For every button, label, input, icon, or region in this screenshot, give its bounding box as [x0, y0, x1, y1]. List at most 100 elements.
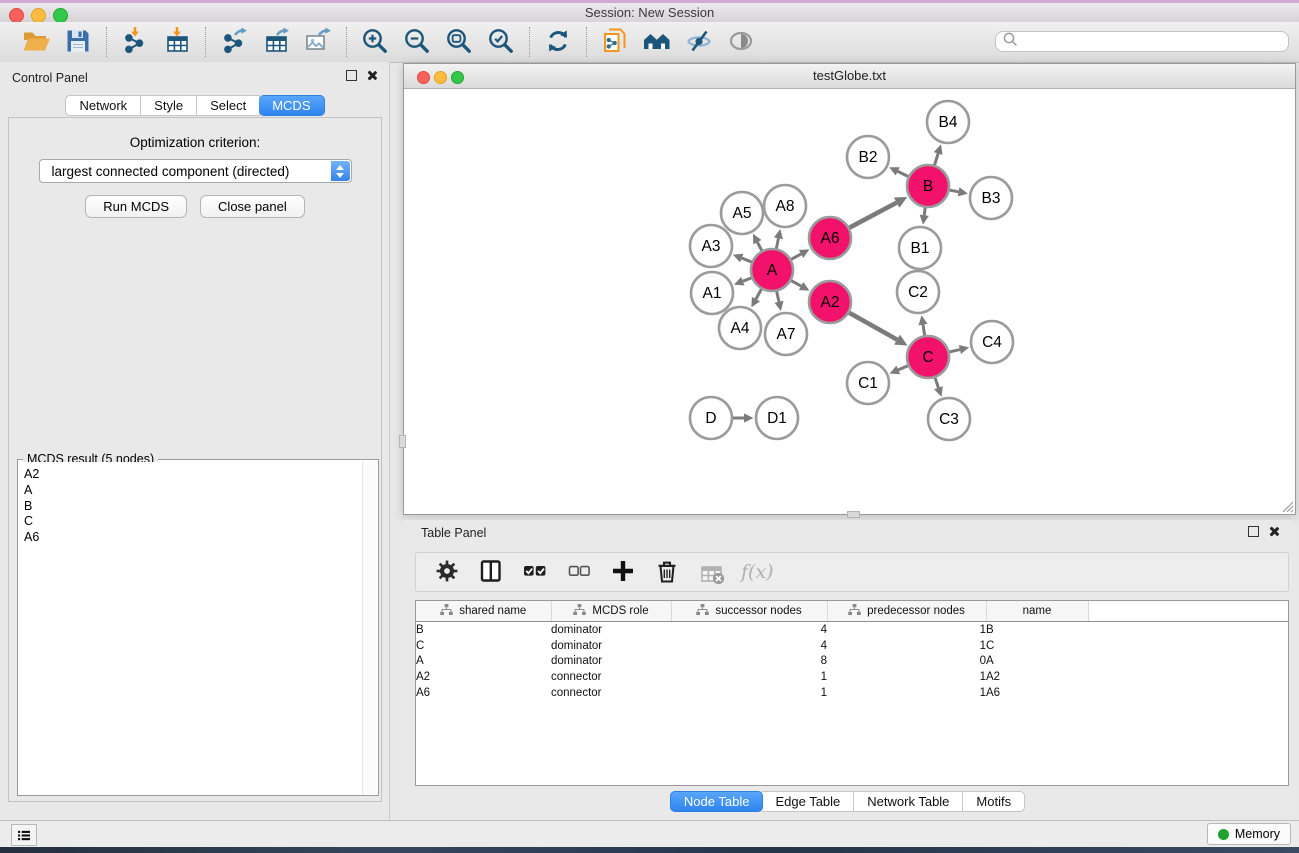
edge-A-A4[interactable]: [751, 288, 762, 307]
network-vertical-scroll-thumb[interactable]: [399, 435, 406, 448]
node-B1[interactable]: B1: [899, 227, 941, 269]
close-panel-button[interactable]: Close panel: [200, 195, 305, 218]
table-row[interactable]: A2connector11A2: [416, 669, 1288, 685]
edge-A-A3[interactable]: [733, 254, 753, 263]
edge-C-C2[interactable]: [918, 315, 927, 336]
node-A2[interactable]: A2: [809, 281, 851, 323]
column-view-button[interactable]: [477, 558, 505, 586]
memory-status-button[interactable]: Memory: [1207, 823, 1291, 845]
table-row[interactable]: Adominator80A: [416, 654, 1288, 670]
edge-A6-B[interactable]: [849, 197, 908, 228]
refresh-view-button[interactable]: [543, 27, 573, 57]
node-A1[interactable]: A1: [691, 272, 733, 314]
zoom-fit-button[interactable]: [444, 27, 474, 57]
edge-B-B2[interactable]: [889, 167, 909, 177]
edge-B-B4[interactable]: [934, 144, 943, 166]
edge-C-C1[interactable]: [890, 365, 909, 374]
node-D[interactable]: D: [690, 397, 732, 439]
mcds-result-item[interactable]: A2: [24, 467, 362, 483]
network-minimize-traffic-light[interactable]: [434, 71, 447, 84]
table-row[interactable]: A6connector11A6: [416, 685, 1288, 701]
column-header-successor-nodes[interactable]: successor nodes: [671, 601, 827, 622]
node-C2[interactable]: C2: [897, 271, 939, 313]
edge-C-C4[interactable]: [948, 345, 969, 354]
close-panel-icon[interactable]: [1268, 526, 1279, 537]
edge-B-B1[interactable]: [920, 207, 929, 225]
export-image-button[interactable]: [303, 27, 333, 57]
search-field[interactable]: [995, 31, 1289, 52]
node-C3[interactable]: C3: [928, 398, 970, 440]
search-input[interactable]: [1018, 33, 1288, 51]
edge-A-A1[interactable]: [734, 277, 752, 286]
mcds-result-item[interactable]: C: [24, 514, 362, 530]
zoom-out-button[interactable]: [402, 27, 432, 57]
edge-A-A7[interactable]: [774, 291, 783, 312]
import-table-button[interactable]: [162, 27, 192, 57]
save-session-button[interactable]: [63, 27, 93, 57]
table-settings-gear-button[interactable]: [433, 558, 461, 586]
import-network-button[interactable]: [120, 27, 150, 57]
node-A4[interactable]: A4: [719, 307, 761, 349]
node-D1[interactable]: D1: [756, 397, 798, 439]
mcds-result-item[interactable]: A: [24, 483, 362, 499]
node-A7[interactable]: A7: [765, 313, 807, 355]
tab-style[interactable]: Style: [141, 95, 197, 116]
network-window-titlebar[interactable]: testGlobe.txt: [404, 64, 1295, 89]
optimization-criterion-select[interactable]: largest connected component (directed): [39, 159, 352, 183]
column-header-shared-name[interactable]: shared name: [416, 601, 551, 622]
select-all-checkboxes-button[interactable]: [521, 558, 549, 586]
export-table-button[interactable]: [261, 27, 291, 57]
node-A5[interactable]: A5: [721, 192, 763, 234]
edge-A2-C[interactable]: [848, 312, 907, 345]
edge-A-A5[interactable]: [753, 234, 762, 252]
mcds-result-item[interactable]: B: [24, 499, 362, 515]
column-header-predecessor-nodes[interactable]: predecessor nodes: [827, 601, 986, 622]
mcds-result-item[interactable]: A6: [24, 530, 362, 546]
node-A8[interactable]: A8: [764, 185, 806, 227]
edge-C-C3[interactable]: [934, 377, 943, 397]
edge-B-B3[interactable]: [949, 187, 968, 196]
show-graphics-details-button[interactable]: [726, 27, 756, 57]
result-list-scrollbar[interactable]: [362, 462, 377, 794]
node-B4[interactable]: B4: [927, 101, 969, 143]
column-header-mcds-role[interactable]: MCDS role: [551, 601, 671, 622]
edge-A-A2[interactable]: [790, 280, 809, 291]
zoom-selected-button[interactable]: [486, 27, 516, 57]
run-mcds-button[interactable]: Run MCDS: [85, 195, 187, 218]
tab-select[interactable]: Select: [197, 95, 260, 116]
network-horizontal-scroll-thumb[interactable]: [847, 511, 860, 518]
node-C1[interactable]: C1: [847, 362, 889, 404]
node-A6[interactable]: A6: [809, 217, 851, 259]
home-layout-button[interactable]: [642, 27, 672, 57]
column-header-name[interactable]: name: [986, 601, 1088, 622]
node-B2[interactable]: B2: [847, 136, 889, 178]
zoom-in-button[interactable]: [360, 27, 390, 57]
node-C4[interactable]: C4: [971, 321, 1013, 363]
table-row[interactable]: Cdominator41C: [416, 638, 1288, 654]
table-row[interactable]: Bdominator41B: [416, 622, 1288, 638]
delete-column-button[interactable]: [653, 558, 681, 586]
edge-D-D1[interactable]: [732, 413, 754, 422]
tab-motifs[interactable]: Motifs: [963, 791, 1025, 812]
open-session-folder-button[interactable]: [21, 27, 51, 57]
tab-network-table[interactable]: Network Table: [854, 791, 963, 812]
deselect-all-checkboxes-button[interactable]: [565, 558, 593, 586]
add-column-button[interactable]: [609, 558, 637, 586]
tab-node-table[interactable]: Node Table: [670, 791, 764, 812]
network-zoom-traffic-light[interactable]: [451, 71, 464, 84]
edge-A-A6[interactable]: [790, 249, 809, 260]
close-panel-icon[interactable]: [366, 70, 377, 81]
export-network-button[interactable]: [219, 27, 249, 57]
clone-network-button[interactable]: [600, 27, 630, 57]
node-B3[interactable]: B3: [970, 177, 1012, 219]
node-C[interactable]: C: [907, 336, 949, 378]
edge-A-A8[interactable]: [774, 229, 783, 249]
window-resize-grip[interactable]: [1280, 499, 1294, 513]
tab-network[interactable]: Network: [65, 95, 141, 116]
tab-edge-table[interactable]: Edge Table: [762, 791, 854, 812]
float-panel-icon[interactable]: [346, 70, 357, 81]
task-history-button[interactable]: [11, 824, 37, 846]
hide-graphics-details-button[interactable]: [684, 27, 714, 57]
tab-mcds[interactable]: MCDS: [259, 95, 324, 116]
float-panel-icon[interactable]: [1248, 526, 1259, 537]
